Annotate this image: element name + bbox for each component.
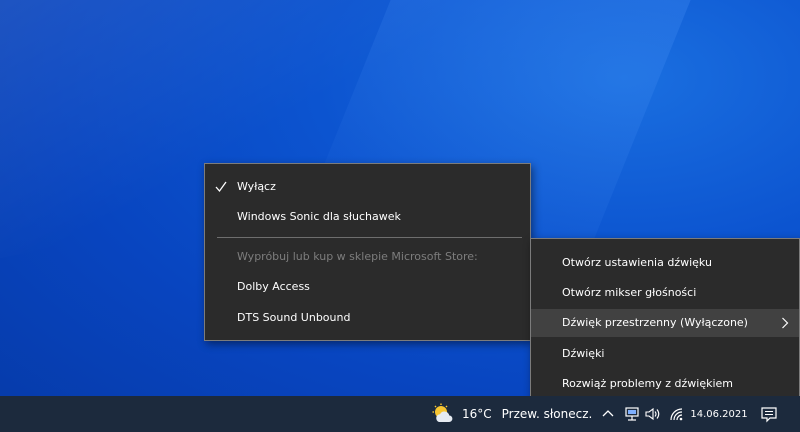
network-icon[interactable] bbox=[624, 406, 640, 422]
system-clock[interactable]: 14.06.2021 bbox=[690, 400, 748, 422]
checkmark-icon bbox=[215, 181, 227, 193]
speaker-icon[interactable] bbox=[645, 406, 661, 422]
weather-widget[interactable]: 16°C Przew. słonecz. bbox=[432, 396, 592, 432]
menu-item-off[interactable]: Wyłącz bbox=[205, 173, 530, 201]
menu-item-label: Otwórz ustawienia dźwięku bbox=[562, 256, 712, 269]
clock-time-cut bbox=[690, 400, 748, 408]
menu-item-dts-sound-unbound[interactable]: DTS Sound Unbound bbox=[205, 304, 530, 332]
menu-item-label: Otwórz mikser głośności bbox=[562, 286, 697, 299]
menu-item-label: Rozwiąż problemy z dźwiękiem bbox=[562, 377, 733, 390]
taskbar: 16°C Przew. słonecz. 14.06.2021 bbox=[0, 396, 800, 432]
menu-item-label: Dźwięki bbox=[562, 347, 605, 360]
menu-item-label: Windows Sonic dla słuchawek bbox=[237, 210, 401, 223]
store-hint: Wypróbuj lub kup w sklepie Microsoft Sto… bbox=[205, 243, 530, 271]
menu-item-open-sound-settings[interactable]: Otwórz ustawienia dźwięku bbox=[531, 249, 799, 277]
clock-date: 14.06.2021 bbox=[690, 409, 748, 420]
store-hint-label: Wypróbuj lub kup w sklepie Microsoft Sto… bbox=[237, 250, 478, 263]
menu-item-label: DTS Sound Unbound bbox=[237, 311, 351, 324]
menu-item-troubleshoot-sound[interactable]: Rozwiąż problemy z dźwiękiem bbox=[531, 370, 799, 398]
menu-separator bbox=[217, 237, 522, 238]
partly-sunny-icon bbox=[432, 403, 453, 423]
chevron-up-icon[interactable] bbox=[600, 406, 616, 422]
weather-temperature: 16°C bbox=[462, 407, 492, 421]
menu-item-sounds[interactable]: Dźwięki bbox=[531, 340, 799, 368]
menu-item-label: Dolby Access bbox=[237, 280, 310, 293]
menu-item-spatial-sound[interactable]: Dźwięk przestrzenny (Wyłączone) bbox=[531, 309, 799, 337]
menu-item-open-volume-mixer[interactable]: Otwórz mikser głośności bbox=[531, 279, 799, 307]
wifi-icon[interactable] bbox=[668, 406, 684, 422]
spatial-sound-submenu: Wyłącz Windows Sonic dla słuchawek Wypró… bbox=[204, 163, 531, 341]
notification-icon[interactable] bbox=[760, 405, 778, 423]
menu-item-dolby-access[interactable]: Dolby Access bbox=[205, 273, 530, 301]
chevron-right-icon bbox=[782, 317, 789, 329]
menu-item-windows-sonic[interactable]: Windows Sonic dla słuchawek bbox=[205, 203, 530, 231]
weather-description: Przew. słonecz. bbox=[501, 407, 593, 421]
menu-item-label: Wyłącz bbox=[237, 180, 276, 193]
volume-context-menu: Otwórz ustawienia dźwięku Otwórz mikser … bbox=[530, 238, 800, 406]
menu-item-label: Dźwięk przestrzenny (Wyłączone) bbox=[562, 316, 748, 329]
